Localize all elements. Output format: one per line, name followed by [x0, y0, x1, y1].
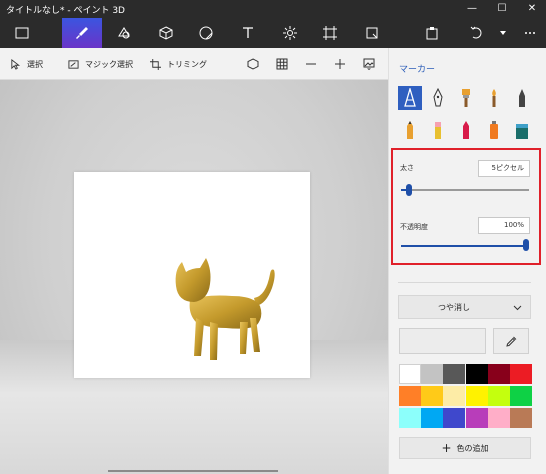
paste-icon[interactable] [412, 18, 452, 48]
color-swatch[interactable] [443, 386, 466, 406]
effects-icon[interactable] [270, 18, 310, 48]
color-swatch[interactable] [487, 386, 510, 406]
color-swatch[interactable] [421, 408, 444, 428]
zoom-in-icon[interactable] [332, 56, 348, 72]
main-toolbar [0, 18, 546, 48]
minimize-button[interactable]: — [458, 0, 486, 18]
brushes-icon[interactable] [62, 18, 102, 48]
cat-3d-model[interactable] [166, 256, 290, 366]
color-swatch[interactable] [510, 408, 532, 428]
pixel-pen-tool[interactable] [510, 86, 534, 110]
thickness-input[interactable]: 5ピクセル [478, 160, 530, 177]
add-color-label: 色の追加 [456, 443, 489, 453]
grid-icon[interactable] [274, 56, 290, 72]
color-swatch[interactable] [510, 386, 532, 406]
select-button[interactable]: 選択 [10, 57, 43, 71]
color-swatch[interactable] [510, 364, 532, 384]
marker-tool[interactable] [398, 86, 422, 110]
crayon-icon [463, 121, 469, 139]
title-bar: タイトルなし* - ペイント 3D — ☐ ✕ [0, 0, 546, 18]
thickness-label: 太さ [400, 164, 414, 172]
color-swatch[interactable] [487, 408, 510, 428]
color-swatch[interactable] [443, 408, 466, 428]
canvas-paper[interactable] [74, 172, 310, 378]
opacity-slider-thumb[interactable] [523, 239, 529, 251]
opacity-input[interactable]: 100% [478, 217, 530, 234]
window-title: タイトルなし* - ペイント 3D [6, 6, 125, 16]
oil-brush-icon [462, 89, 470, 107]
finish-dropdown[interactable]: つや消し [398, 295, 531, 319]
opacity-label: 不透明度 [400, 223, 428, 231]
history-icon[interactable] [492, 18, 514, 48]
thickness-slider-track[interactable] [401, 189, 529, 191]
color-swatch[interactable] [443, 364, 466, 384]
calligraphy-pen-tool[interactable] [426, 86, 450, 110]
color-swatch[interactable] [399, 386, 421, 406]
watercolor-tool[interactable] [482, 86, 506, 110]
marker-icon [404, 88, 416, 107]
eraser-icon [435, 122, 441, 139]
magic-select-icon [68, 59, 79, 69]
current-color-swatch[interactable] [399, 328, 486, 354]
eyedropper-button[interactable] [493, 328, 529, 354]
image-options-icon[interactable] [361, 56, 377, 72]
crayon-tool[interactable] [454, 118, 478, 142]
eyedropper-icon [505, 336, 516, 347]
color-swatch[interactable] [487, 364, 510, 384]
crop-button[interactable]: トリミング [150, 57, 207, 71]
eraser-tool[interactable] [426, 118, 450, 142]
text-icon[interactable] [228, 18, 268, 48]
calligraphy-pen-icon [433, 88, 443, 107]
menu-icon[interactable] [2, 18, 42, 48]
watercolor-icon [492, 89, 496, 107]
color-swatch[interactable] [421, 364, 444, 384]
canvas-area[interactable] [0, 80, 388, 474]
fill-bucket-icon [516, 124, 528, 139]
oil-brush-tool[interactable] [454, 86, 478, 110]
color-swatch[interactable] [399, 364, 421, 384]
more-icon[interactable] [514, 18, 546, 48]
thickness-slider-fill [401, 189, 409, 191]
spray-can-tool[interactable] [482, 118, 506, 142]
stickers-icon[interactable] [186, 18, 226, 48]
view-3d-icon[interactable] [245, 56, 261, 72]
spray-can-icon [490, 121, 498, 139]
canvas-icon[interactable] [310, 18, 350, 48]
plus-icon: + [441, 441, 452, 455]
panel-divider [398, 282, 531, 283]
close-button[interactable]: ✕ [518, 0, 546, 18]
2d-shapes-icon[interactable] [104, 18, 144, 48]
chevron-down-icon [513, 305, 522, 311]
sub-toolbar: 選択 マジック選択 トリミング [0, 48, 388, 80]
color-swatch[interactable] [465, 408, 488, 428]
3d-shapes-icon[interactable] [146, 18, 186, 48]
finish-value: つや消し [438, 303, 470, 312]
pencil-icon [407, 121, 413, 139]
color-swatch[interactable] [399, 408, 421, 428]
undo-icon[interactable] [456, 18, 496, 48]
crop-icon [150, 58, 161, 70]
horizontal-scrollbar[interactable] [108, 470, 278, 472]
pencil-tool[interactable] [398, 118, 422, 142]
opacity-slider-track[interactable] [401, 245, 529, 247]
panel-title: マーカー [399, 65, 436, 75]
select-label: 選択 [27, 59, 43, 69]
fill-tool[interactable] [510, 118, 534, 142]
color-swatch[interactable] [465, 386, 488, 406]
magic-select-button[interactable]: マジック選択 [68, 57, 133, 71]
zoom-out-icon[interactable] [303, 56, 319, 72]
magic-select-label: マジック選択 [85, 59, 133, 69]
color-swatch[interactable] [421, 386, 444, 406]
3d-library-icon[interactable] [352, 18, 392, 48]
crop-label: トリミング [167, 59, 207, 69]
add-color-button[interactable]: + 色の追加 [399, 437, 531, 459]
cursor-icon [11, 58, 21, 70]
color-swatch[interactable] [465, 364, 488, 384]
pixel-pen-icon [519, 89, 525, 107]
maximize-button[interactable]: ☐ [488, 0, 516, 18]
